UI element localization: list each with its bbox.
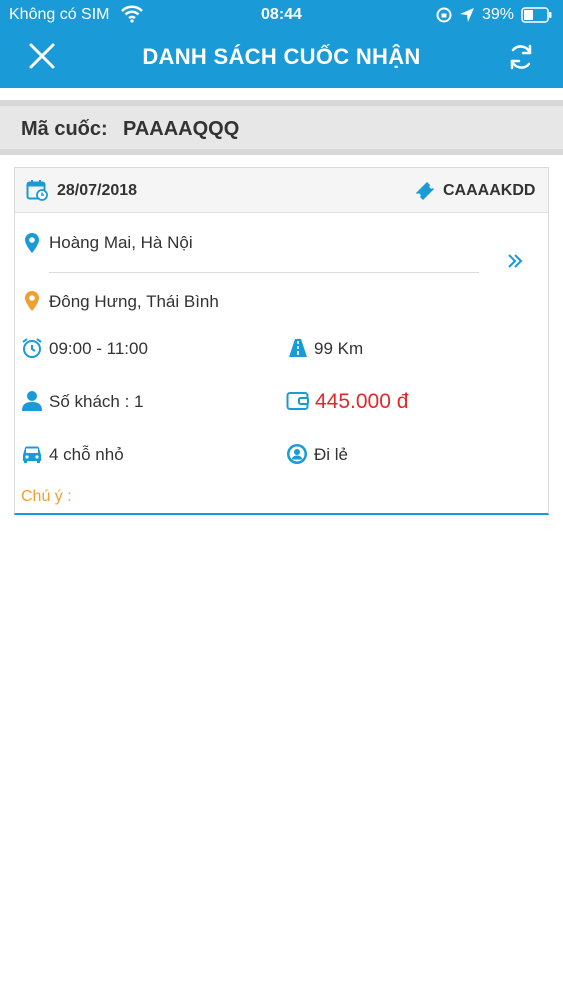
- ticket-icon: [416, 182, 434, 200]
- booking-date: 28/07/2018: [57, 182, 138, 199]
- person-icon: [22, 391, 42, 411]
- location-arrow-icon: [460, 8, 474, 22]
- user-circle-icon: [287, 444, 307, 464]
- booking-code-bar: Mã cuốc: PAAAAQQQ: [0, 100, 563, 155]
- destination-pin-icon: [25, 291, 39, 311]
- highway-icon: [289, 339, 307, 357]
- battery-icon: [521, 7, 552, 23]
- time-range: 09:00 - 11:00: [49, 339, 148, 358]
- pickup-location: Hoàng Mai, Hà Nội: [49, 233, 193, 252]
- battery-percent: 39%: [482, 6, 515, 23]
- car-icon: [23, 446, 41, 463]
- card-header: 28/07/2018 CAAAAKDD: [15, 168, 548, 213]
- booking-code-label: Mã cuốc:: [21, 118, 108, 140]
- status-time: 08:44: [261, 6, 302, 23]
- passenger-count: Số khách : 1: [49, 392, 144, 411]
- route-divider: [49, 272, 479, 273]
- alarm-clock-icon: [22, 338, 42, 358]
- wallet-icon: [286, 392, 309, 410]
- car-type: 4 chỗ nhỏ: [49, 445, 124, 464]
- app-header: Không có SIM 08:44 39% DANH SÁCH CUỐC NH…: [0, 0, 563, 88]
- distance: 99 Km: [314, 339, 364, 358]
- dropoff-location: Đông Hưng, Thái Bình: [49, 292, 219, 311]
- trip-type: Đi lẻ: [314, 445, 349, 464]
- ticket-code: CAAAAKDD: [443, 182, 536, 199]
- booking-card[interactable]: 28/07/2018 CAAAAKDD Hoàng Mai, Hà Nội Đô…: [14, 167, 549, 515]
- refresh-button[interactable]: [505, 41, 537, 73]
- rotation-lock-icon: [436, 7, 452, 23]
- booking-code-value: PAAAAQQQ: [123, 118, 240, 140]
- note-label: Chú ý :: [21, 488, 72, 505]
- calendar-icon: [26, 180, 48, 201]
- trip-price: 445.000 đ: [315, 390, 409, 413]
- origin-pin-icon: [25, 233, 39, 253]
- chevron-double-right-icon[interactable]: [505, 251, 525, 271]
- status-bar: Không có SIM 08:44 39%: [0, 0, 563, 30]
- page-title: DANH SÁCH CUỐC NHẬN: [142, 44, 421, 69]
